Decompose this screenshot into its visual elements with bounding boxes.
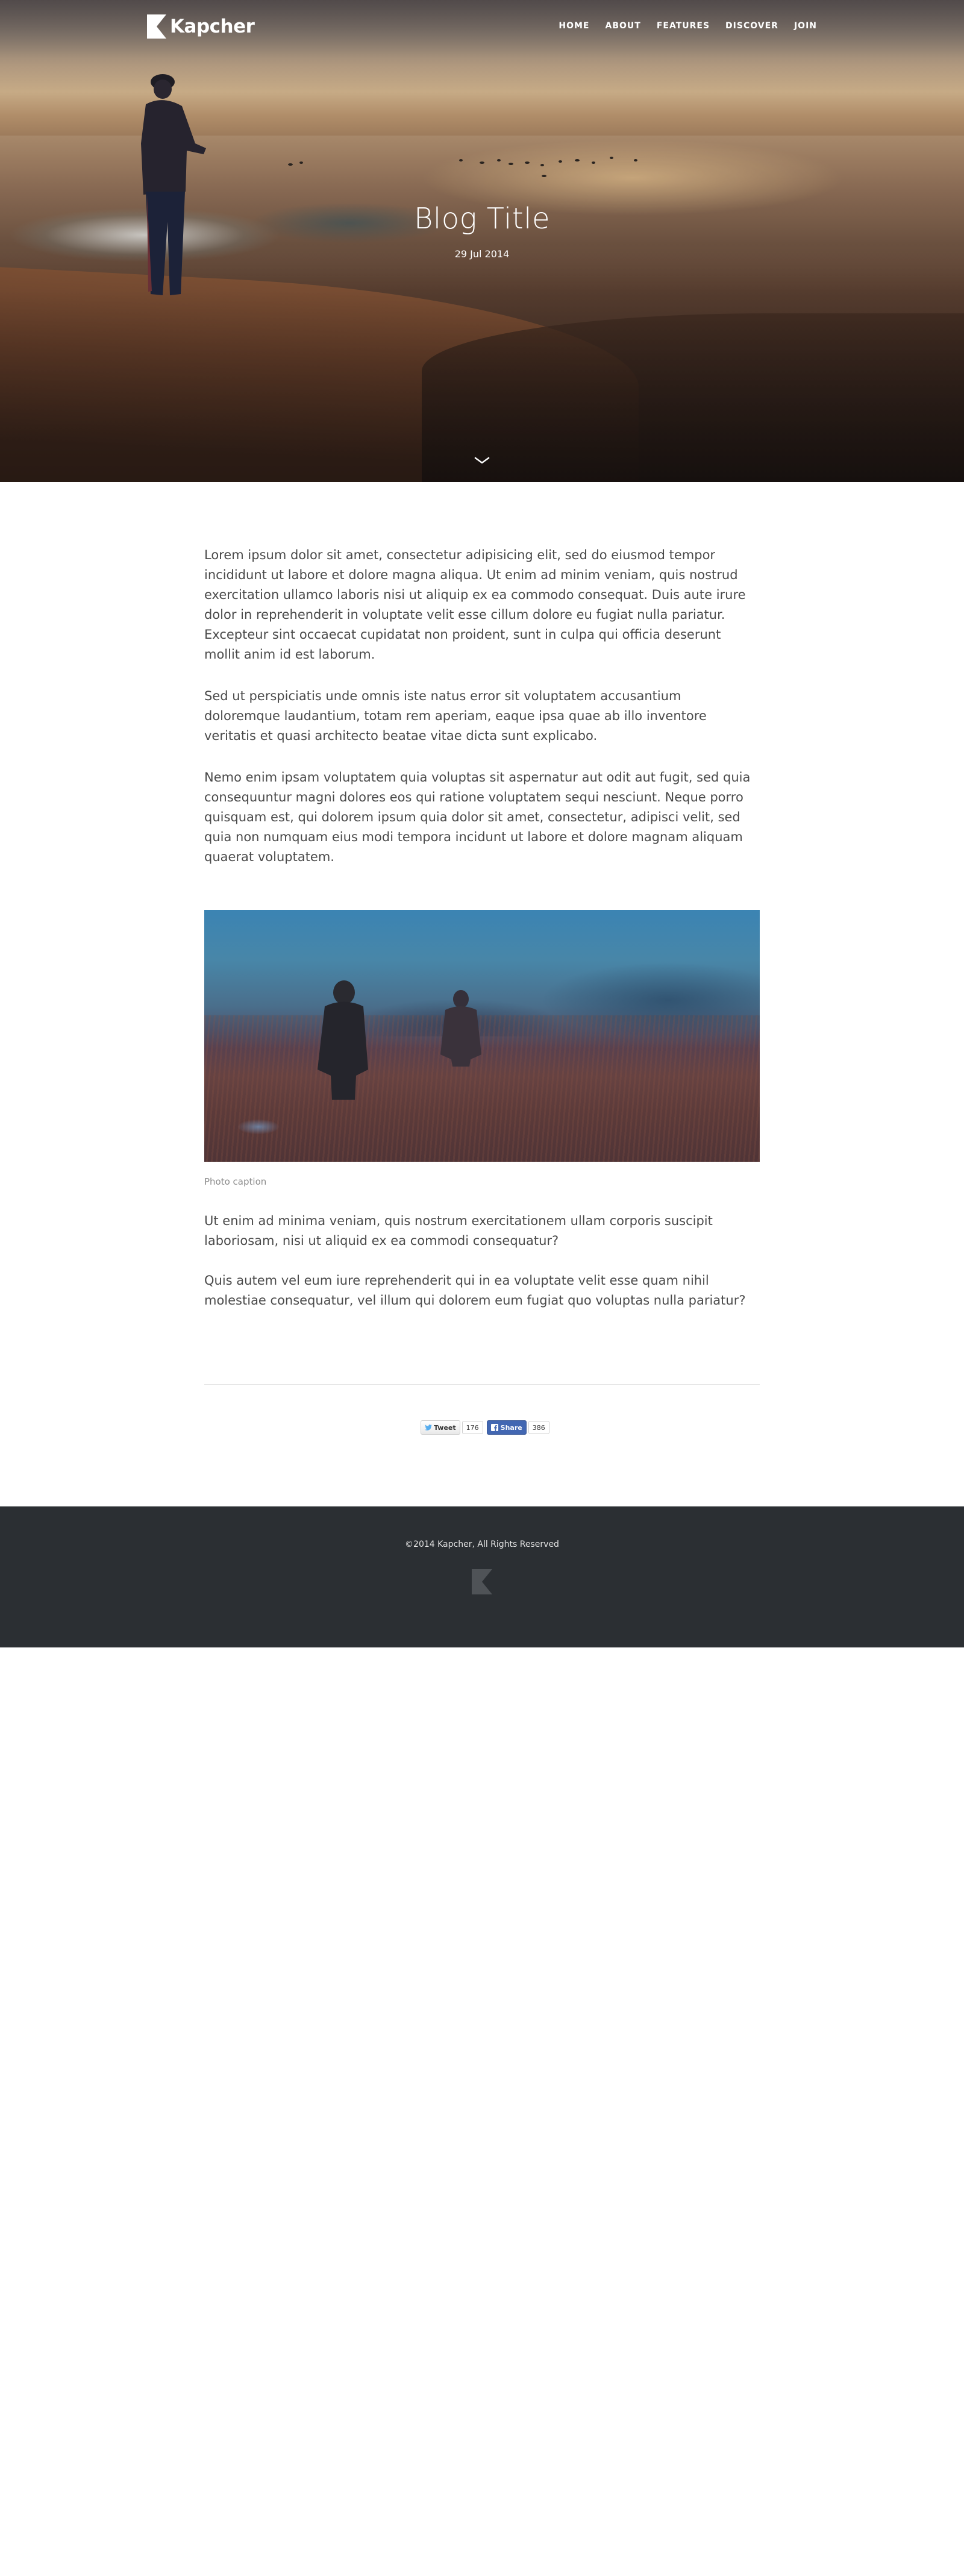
kapcher-logo-icon bbox=[147, 14, 166, 39]
article-paragraph: Quis autem vel eum iure reprehenderit qu… bbox=[204, 1273, 746, 1308]
blog-date: 29 Jul 2014 bbox=[454, 248, 510, 260]
brand-logo[interactable]: Kapcher bbox=[147, 14, 255, 39]
nav-discover[interactable]: DISCOVER bbox=[725, 21, 778, 31]
article-photo bbox=[204, 910, 760, 1162]
site-footer: ©2014 Kapcher, All Rights Reserved bbox=[0, 1506, 964, 1647]
blog-title: Blog Title bbox=[413, 202, 551, 236]
twitter-bird-icon bbox=[425, 1424, 432, 1431]
hero-banner: Kapcher HOME ABOUT FEATURES DISCOVER JOI… bbox=[0, 0, 964, 482]
nav-about[interactable]: ABOUT bbox=[605, 21, 640, 31]
facebook-share-group: Share 386 bbox=[486, 1420, 549, 1435]
main-menu: HOME ABOUT FEATURES DISCOVER JOIN bbox=[559, 21, 817, 31]
chevron-down-icon[interactable] bbox=[473, 455, 491, 466]
tweet-button[interactable]: Tweet bbox=[421, 1420, 460, 1435]
nav-home[interactable]: HOME bbox=[559, 21, 589, 31]
facebook-share-button[interactable]: Share bbox=[486, 1420, 527, 1435]
article-paragraph: Lorem ipsum dolor sit amet, consectetur … bbox=[204, 548, 746, 662]
nav-features[interactable]: FEATURES bbox=[657, 21, 710, 31]
social-share-bar: Tweet 176 Share 386 bbox=[421, 1420, 549, 1435]
facebook-share-label: Share bbox=[500, 1423, 522, 1432]
photo-water-glint bbox=[222, 1109, 295, 1145]
share-count: 386 bbox=[528, 1421, 549, 1434]
nav-join[interactable]: JOIN bbox=[794, 21, 817, 31]
photo-figure-back bbox=[440, 990, 481, 1067]
hero-shade bbox=[0, 0, 964, 482]
article-body-continued: Ut enim ad minima veniam, quis nostrum e… bbox=[204, 1211, 760, 1330]
top-navigation: Kapcher HOME ABOUT FEATURES DISCOVER JOI… bbox=[0, 0, 964, 54]
content-divider bbox=[204, 1384, 760, 1385]
article-paragraph: Sed ut perspiciatis unde omnis iste natu… bbox=[204, 689, 707, 743]
article-paragraph: Nemo enim ipsam voluptatem quia voluptas… bbox=[204, 770, 751, 864]
facebook-icon bbox=[490, 1424, 498, 1431]
article-paragraph: Ut enim ad minima veniam, quis nostrum e… bbox=[204, 1214, 713, 1248]
tweet-button-label: Tweet bbox=[434, 1423, 456, 1432]
brand-name: Kapcher bbox=[170, 16, 255, 37]
photo-caption: Photo caption bbox=[204, 1176, 267, 1187]
copyright-text: ©2014 Kapcher, All Rights Reserved bbox=[405, 1540, 559, 1549]
tweet-count: 176 bbox=[462, 1421, 483, 1434]
photo-figure-front bbox=[318, 980, 368, 1100]
twitter-share-group: Tweet 176 bbox=[421, 1420, 483, 1435]
article-body: Lorem ipsum dolor sit amet, consectetur … bbox=[204, 545, 760, 889]
kapcher-logo-icon[interactable] bbox=[472, 1569, 492, 1594]
